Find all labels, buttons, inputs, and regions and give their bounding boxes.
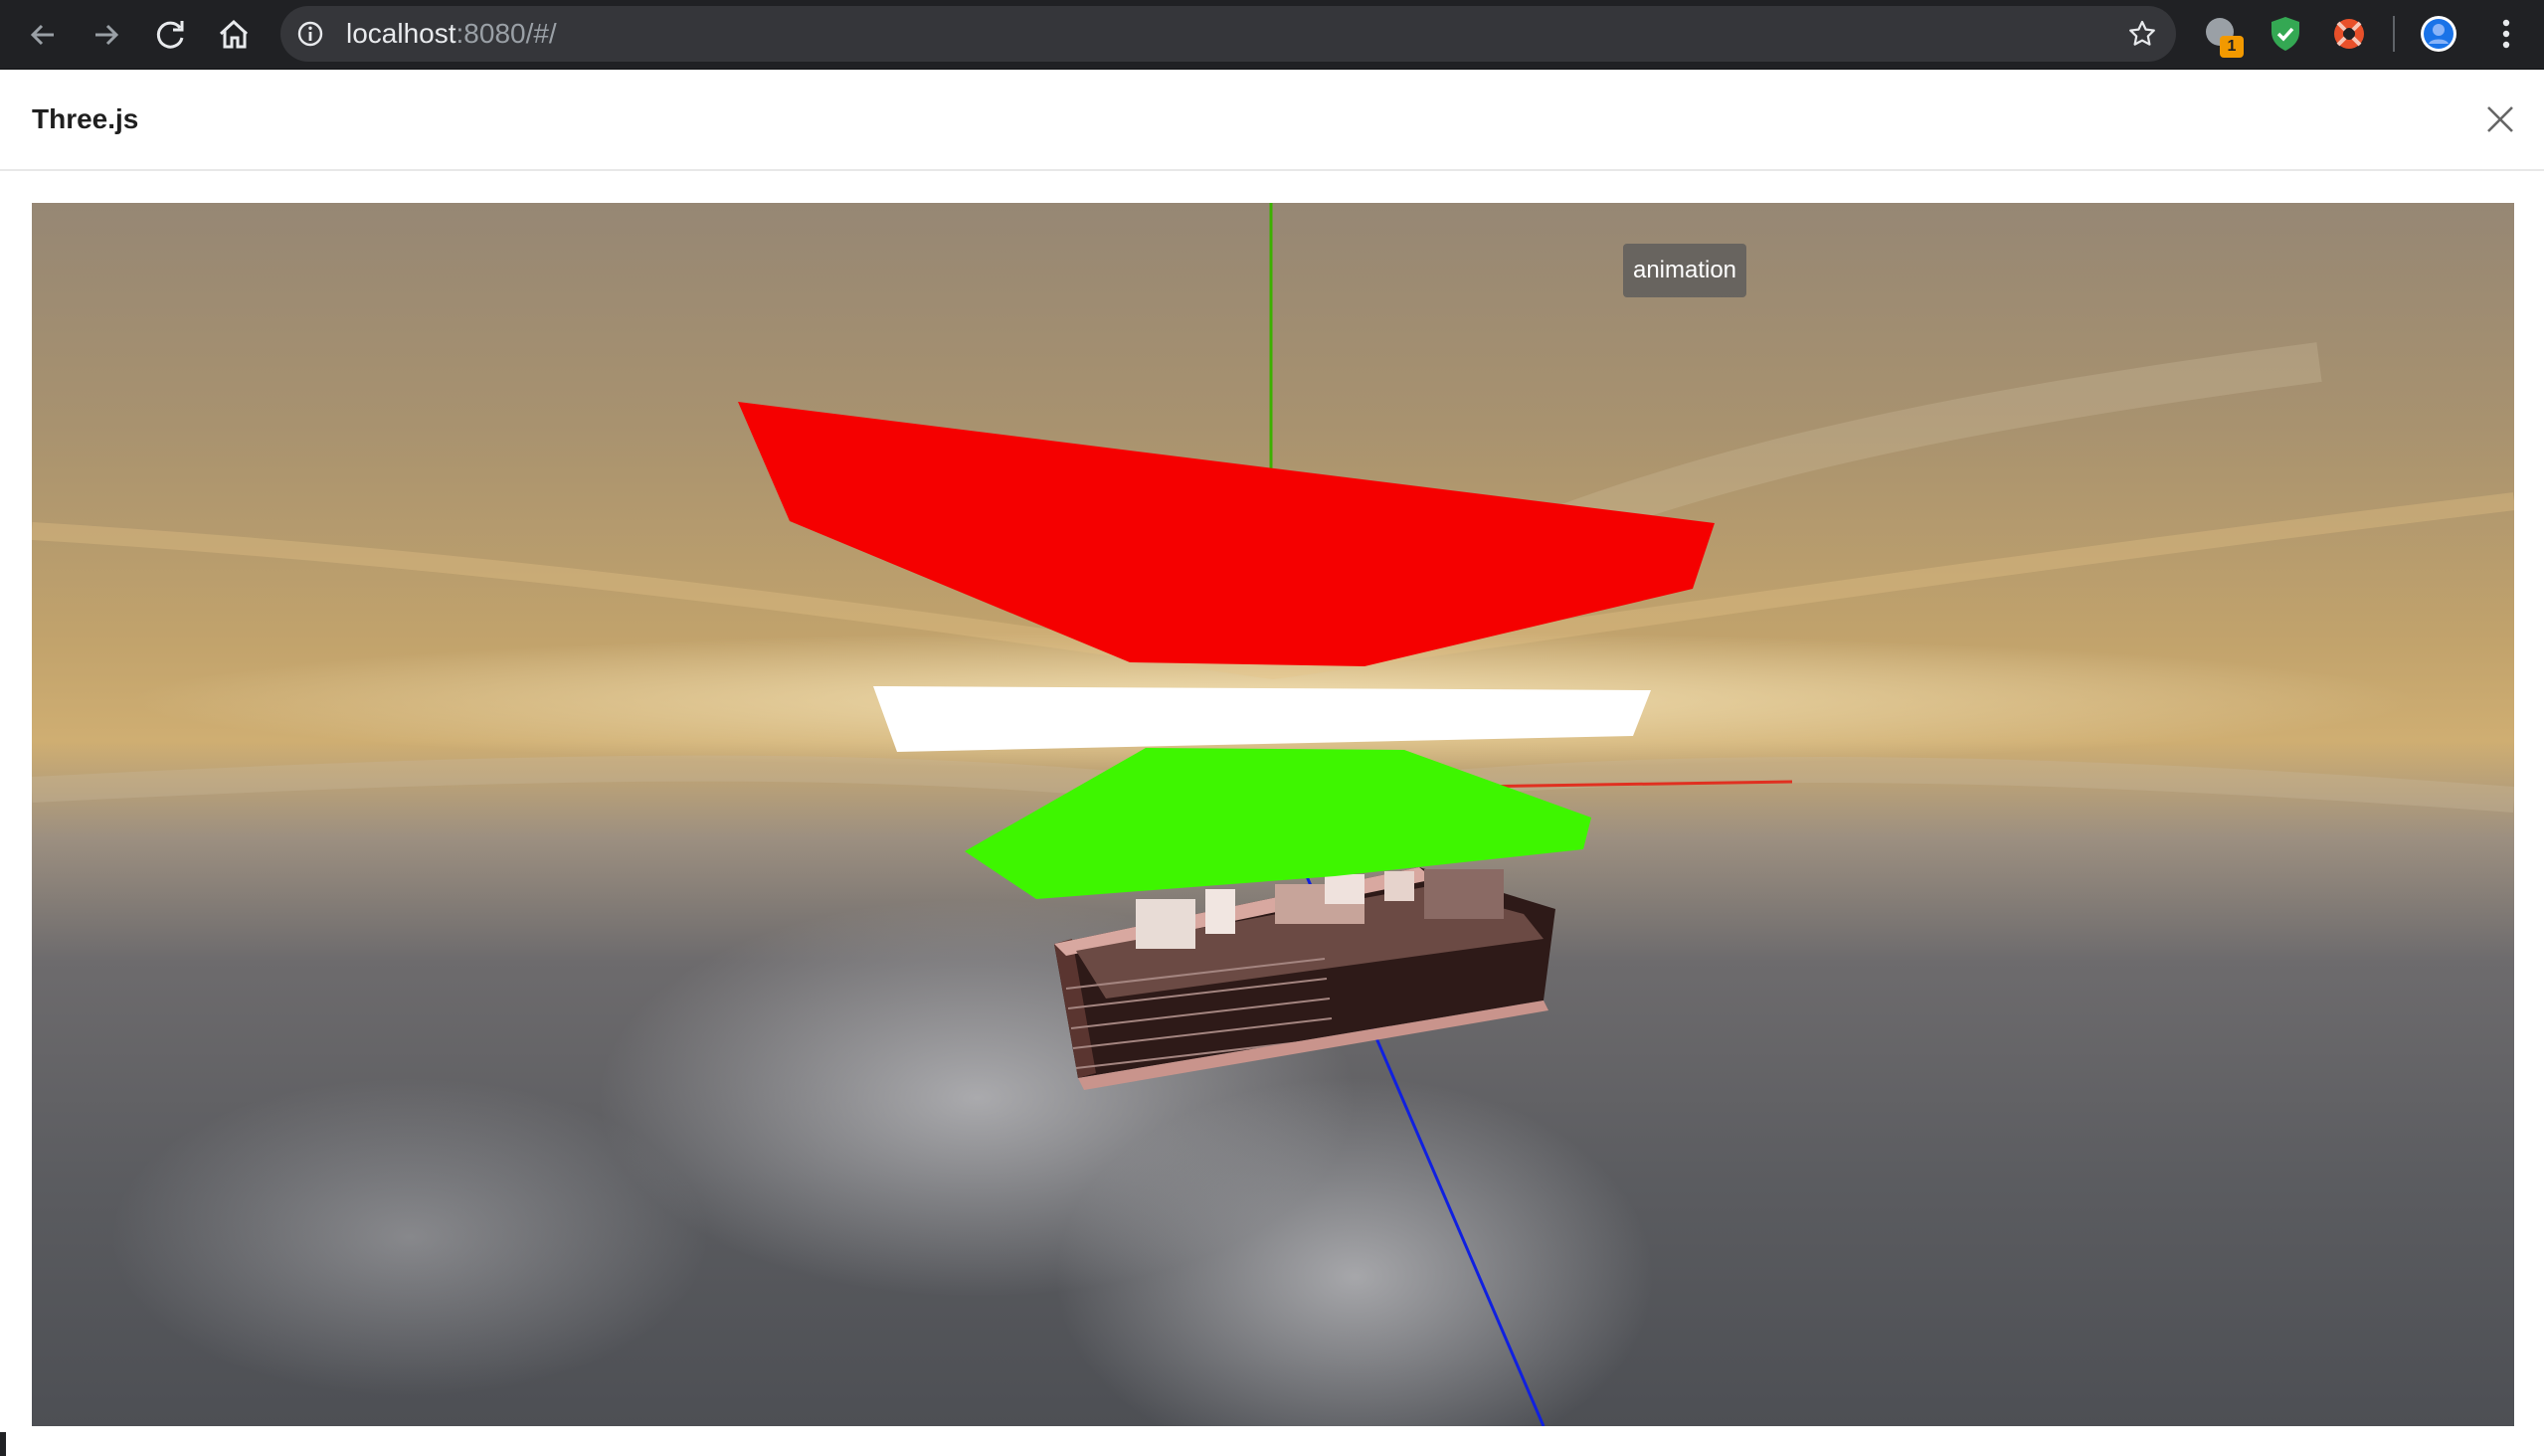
url-host: localhost [346, 18, 456, 49]
shield-check-icon [2271, 17, 2299, 51]
toolbar-divider [2393, 16, 2395, 52]
reload-icon [156, 21, 184, 49]
info-icon[interactable] [296, 20, 324, 48]
extension-badge: 1 [2220, 36, 2244, 58]
extension-shield-button[interactable] [2266, 14, 2305, 54]
back-button[interactable] [22, 14, 64, 56]
modal-title: Three.js [32, 103, 139, 134]
close-icon [2487, 106, 2513, 132]
profile-button[interactable] [2419, 14, 2458, 54]
animation-button[interactable]: animation [1623, 244, 1746, 297]
close-button[interactable] [2482, 101, 2518, 137]
threejs-canvas[interactable]: animation [32, 203, 2514, 1426]
browser-toolbar: localhost:8080/#/ 1 [0, 0, 2544, 70]
more-vertical-icon [2502, 19, 2510, 49]
url-path: :8080/#/ [455, 18, 557, 49]
reload-button[interactable] [149, 14, 191, 56]
arrow-left-icon [30, 24, 54, 46]
forward-button[interactable] [86, 14, 127, 56]
avatar-icon [2421, 16, 2456, 52]
arrow-right-icon [95, 24, 119, 46]
modal-header: Three.js [0, 70, 2544, 171]
cloud-mist [111, 1078, 708, 1396]
browser-menu-button[interactable] [2486, 14, 2526, 54]
address-bar[interactable]: localhost:8080/#/ [280, 6, 2176, 62]
bookmark-star-icon[interactable] [2126, 18, 2158, 50]
lifebuoy-icon [2334, 19, 2364, 49]
url-text[interactable]: localhost:8080/#/ [346, 6, 557, 62]
extension-lifebuoy-button[interactable] [2329, 14, 2369, 54]
home-button[interactable] [213, 14, 255, 56]
scene-render [32, 203, 2514, 1426]
home-icon [219, 19, 249, 49]
window-edge [0, 1432, 6, 1456]
